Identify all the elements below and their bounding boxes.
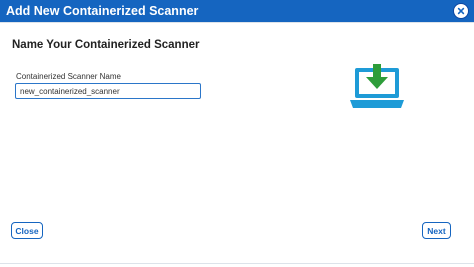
close-icon — [457, 7, 465, 15]
step-heading: Name Your Containerized Scanner — [12, 39, 200, 51]
dialog-titlebar: Add New Containerized Scanner — [0, 0, 474, 22]
close-button[interactable]: Close — [11, 222, 43, 239]
titlebar-divider — [0, 22, 474, 23]
footer-divider — [0, 263, 474, 264]
next-button[interactable]: Next — [422, 222, 451, 239]
dialog-title: Add New Containerized Scanner — [6, 4, 199, 18]
scanner-name-label: Containerized Scanner Name — [16, 72, 121, 81]
add-scanner-dialog: Add New Containerized Scanner Name Your … — [0, 0, 474, 267]
laptop-download-icon — [350, 64, 404, 108]
dialog-close-button[interactable] — [453, 3, 469, 19]
scanner-name-input[interactable] — [15, 83, 201, 99]
